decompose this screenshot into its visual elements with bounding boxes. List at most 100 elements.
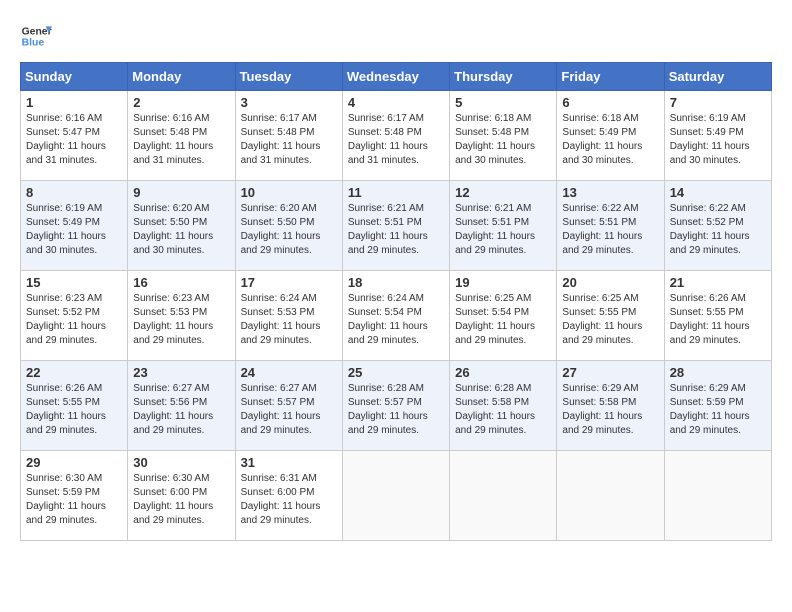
day-cell: 7 Sunrise: 6:19 AM Sunset: 5:49 PM Daylig… bbox=[664, 91, 771, 181]
day-cell: 26 Sunrise: 6:28 AM Sunset: 5:58 PM Dayli… bbox=[450, 361, 557, 451]
day-cell: 15 Sunrise: 6:23 AM Sunset: 5:52 PM Dayli… bbox=[21, 271, 128, 361]
day-number: 14 bbox=[670, 185, 766, 200]
day-info: Sunrise: 6:24 AM Sunset: 5:53 PM Dayligh… bbox=[241, 292, 337, 348]
day-number: 17 bbox=[241, 275, 337, 290]
day-info: Sunrise: 6:29 AM Sunset: 5:59 PM Dayligh… bbox=[670, 382, 766, 438]
day-number: 11 bbox=[348, 185, 444, 200]
day-number: 6 bbox=[562, 95, 658, 110]
day-number: 15 bbox=[26, 275, 122, 290]
day-cell: 14 Sunrise: 6:22 AM Sunset: 5:52 PM Dayli… bbox=[664, 181, 771, 271]
day-info: Sunrise: 6:26 AM Sunset: 5:55 PM Dayligh… bbox=[670, 292, 766, 348]
day-cell bbox=[342, 451, 449, 541]
day-number: 25 bbox=[348, 365, 444, 380]
day-number: 7 bbox=[670, 95, 766, 110]
day-info: Sunrise: 6:31 AM Sunset: 6:00 PM Dayligh… bbox=[241, 472, 337, 528]
day-number: 13 bbox=[562, 185, 658, 200]
week-row-1: 1Sunrise: 6:16 AM Sunset: 5:47 PM Daylig… bbox=[21, 91, 772, 181]
day-number: 31 bbox=[241, 455, 337, 470]
day-cell: 1Sunrise: 6:16 AM Sunset: 5:47 PM Daylig… bbox=[21, 91, 128, 181]
header-cell-tuesday: Tuesday bbox=[235, 63, 342, 91]
day-info: Sunrise: 6:24 AM Sunset: 5:54 PM Dayligh… bbox=[348, 292, 444, 348]
day-cell: 21 Sunrise: 6:26 AM Sunset: 5:55 PM Dayli… bbox=[664, 271, 771, 361]
day-info: Sunrise: 6:28 AM Sunset: 5:57 PM Dayligh… bbox=[348, 382, 444, 438]
day-number: 10 bbox=[241, 185, 337, 200]
day-number: 29 bbox=[26, 455, 122, 470]
header-cell-monday: Monday bbox=[128, 63, 235, 91]
day-info: Sunrise: 6:28 AM Sunset: 5:58 PM Dayligh… bbox=[455, 382, 551, 438]
svg-text:Blue: Blue bbox=[22, 38, 45, 49]
day-number: 2 bbox=[133, 95, 229, 110]
day-info: Sunrise: 6:30 AM Sunset: 5:59 PM Dayligh… bbox=[26, 472, 122, 528]
day-info: Sunrise: 6:29 AM Sunset: 5:58 PM Dayligh… bbox=[562, 382, 658, 438]
logo: General Blue bbox=[20, 20, 52, 52]
day-number: 26 bbox=[455, 365, 551, 380]
day-cell: 30 Sunrise: 6:30 AM Sunset: 6:00 PM Dayli… bbox=[128, 451, 235, 541]
day-number: 18 bbox=[348, 275, 444, 290]
day-info: Sunrise: 6:17 AM Sunset: 5:48 PM Dayligh… bbox=[241, 112, 337, 168]
day-cell: 13 Sunrise: 6:22 AM Sunset: 5:51 PM Dayli… bbox=[557, 181, 664, 271]
day-number: 19 bbox=[455, 275, 551, 290]
page-header: General Blue bbox=[20, 20, 772, 52]
day-info: Sunrise: 6:23 AM Sunset: 5:52 PM Dayligh… bbox=[26, 292, 122, 348]
day-cell: 11 Sunrise: 6:21 AM Sunset: 5:51 PM Dayli… bbox=[342, 181, 449, 271]
day-number: 24 bbox=[241, 365, 337, 380]
day-info: Sunrise: 6:21 AM Sunset: 5:51 PM Dayligh… bbox=[455, 202, 551, 258]
day-number: 28 bbox=[670, 365, 766, 380]
header-cell-thursday: Thursday bbox=[450, 63, 557, 91]
week-row-4: 22Sunrise: 6:26 AM Sunset: 5:55 PM Dayli… bbox=[21, 361, 772, 451]
week-row-5: 29 Sunrise: 6:30 AM Sunset: 5:59 PM Dayli… bbox=[21, 451, 772, 541]
day-info: Sunrise: 6:22 AM Sunset: 5:52 PM Dayligh… bbox=[670, 202, 766, 258]
header-cell-saturday: Saturday bbox=[664, 63, 771, 91]
day-info: Sunrise: 6:19 AM Sunset: 5:49 PM Dayligh… bbox=[670, 112, 766, 168]
day-info: Sunrise: 6:16 AM Sunset: 5:47 PM Dayligh… bbox=[26, 112, 122, 168]
day-info: Sunrise: 6:27 AM Sunset: 5:56 PM Dayligh… bbox=[133, 382, 229, 438]
week-row-2: 8 Sunrise: 6:19 AM Sunset: 5:49 PM Daylig… bbox=[21, 181, 772, 271]
day-number: 23 bbox=[133, 365, 229, 380]
day-cell: 5Sunrise: 6:18 AM Sunset: 5:48 PM Daylig… bbox=[450, 91, 557, 181]
day-info: Sunrise: 6:23 AM Sunset: 5:53 PM Dayligh… bbox=[133, 292, 229, 348]
day-cell: 20 Sunrise: 6:25 AM Sunset: 5:55 PM Dayli… bbox=[557, 271, 664, 361]
day-cell: 28 Sunrise: 6:29 AM Sunset: 5:59 PM Dayli… bbox=[664, 361, 771, 451]
day-cell: 22Sunrise: 6:26 AM Sunset: 5:55 PM Dayli… bbox=[21, 361, 128, 451]
day-number: 16 bbox=[133, 275, 229, 290]
day-number: 21 bbox=[670, 275, 766, 290]
day-info: Sunrise: 6:17 AM Sunset: 5:48 PM Dayligh… bbox=[348, 112, 444, 168]
day-number: 30 bbox=[133, 455, 229, 470]
day-cell: 6 Sunrise: 6:18 AM Sunset: 5:49 PM Daylig… bbox=[557, 91, 664, 181]
day-info: Sunrise: 6:30 AM Sunset: 6:00 PM Dayligh… bbox=[133, 472, 229, 528]
day-cell: 2 Sunrise: 6:16 AM Sunset: 5:48 PM Daylig… bbox=[128, 91, 235, 181]
day-number: 4 bbox=[348, 95, 444, 110]
header-cell-friday: Friday bbox=[557, 63, 664, 91]
day-info: Sunrise: 6:18 AM Sunset: 5:49 PM Dayligh… bbox=[562, 112, 658, 168]
day-number: 12 bbox=[455, 185, 551, 200]
day-number: 20 bbox=[562, 275, 658, 290]
day-number: 22 bbox=[26, 365, 122, 380]
day-info: Sunrise: 6:21 AM Sunset: 5:51 PM Dayligh… bbox=[348, 202, 444, 258]
day-cell: 24 Sunrise: 6:27 AM Sunset: 5:57 PM Dayli… bbox=[235, 361, 342, 451]
day-cell: 12 Sunrise: 6:21 AM Sunset: 5:51 PM Dayli… bbox=[450, 181, 557, 271]
day-cell bbox=[664, 451, 771, 541]
day-number: 27 bbox=[562, 365, 658, 380]
day-cell: 4 Sunrise: 6:17 AM Sunset: 5:48 PM Daylig… bbox=[342, 91, 449, 181]
day-cell: 10Sunrise: 6:20 AM Sunset: 5:50 PM Dayli… bbox=[235, 181, 342, 271]
day-number: 9 bbox=[133, 185, 229, 200]
day-info: Sunrise: 6:25 AM Sunset: 5:55 PM Dayligh… bbox=[562, 292, 658, 348]
day-info: Sunrise: 6:19 AM Sunset: 5:49 PM Dayligh… bbox=[26, 202, 122, 258]
day-cell: 31 Sunrise: 6:31 AM Sunset: 6:00 PM Dayli… bbox=[235, 451, 342, 541]
day-cell: 16 Sunrise: 6:23 AM Sunset: 5:53 PM Dayli… bbox=[128, 271, 235, 361]
day-info: Sunrise: 6:16 AM Sunset: 5:48 PM Dayligh… bbox=[133, 112, 229, 168]
day-cell: 9 Sunrise: 6:20 AM Sunset: 5:50 PM Daylig… bbox=[128, 181, 235, 271]
day-cell: 19 Sunrise: 6:25 AM Sunset: 5:54 PM Dayli… bbox=[450, 271, 557, 361]
day-info: Sunrise: 6:25 AM Sunset: 5:54 PM Dayligh… bbox=[455, 292, 551, 348]
header-cell-wednesday: Wednesday bbox=[342, 63, 449, 91]
day-info: Sunrise: 6:22 AM Sunset: 5:51 PM Dayligh… bbox=[562, 202, 658, 258]
day-cell: 25 Sunrise: 6:28 AM Sunset: 5:57 PM Dayli… bbox=[342, 361, 449, 451]
day-info: Sunrise: 6:18 AM Sunset: 5:48 PM Dayligh… bbox=[455, 112, 551, 168]
day-info: Sunrise: 6:20 AM Sunset: 5:50 PM Dayligh… bbox=[133, 202, 229, 258]
day-cell: 23 Sunrise: 6:27 AM Sunset: 5:56 PM Dayli… bbox=[128, 361, 235, 451]
day-number: 8 bbox=[26, 185, 122, 200]
day-cell: 8 Sunrise: 6:19 AM Sunset: 5:49 PM Daylig… bbox=[21, 181, 128, 271]
header-cell-sunday: Sunday bbox=[21, 63, 128, 91]
day-info: Sunrise: 6:27 AM Sunset: 5:57 PM Dayligh… bbox=[241, 382, 337, 438]
day-cell: 18 Sunrise: 6:24 AM Sunset: 5:54 PM Dayli… bbox=[342, 271, 449, 361]
